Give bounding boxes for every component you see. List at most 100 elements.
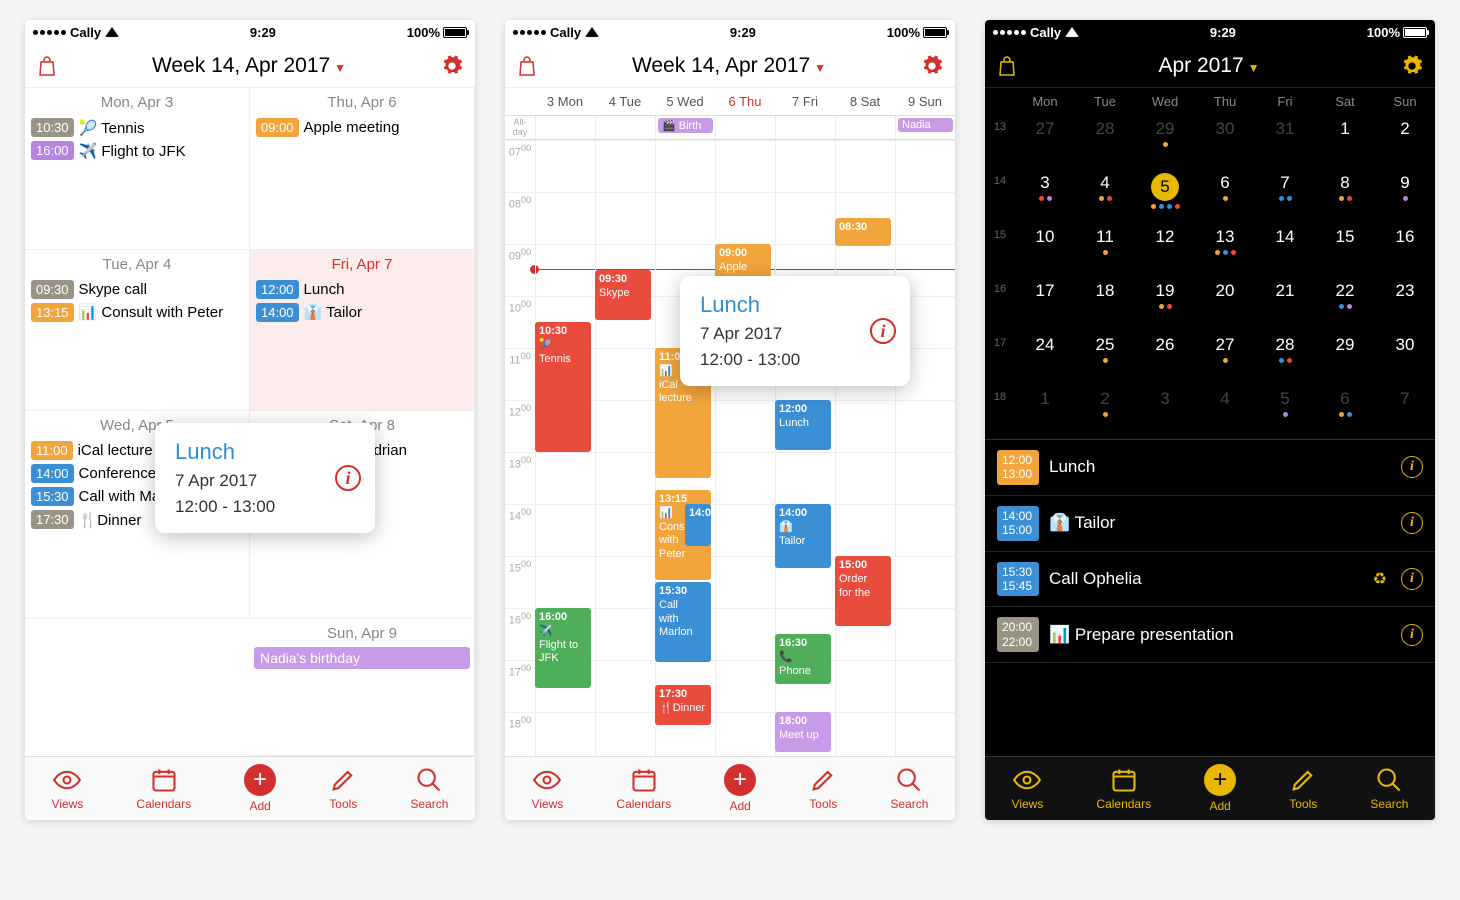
gear-icon[interactable] (921, 55, 943, 77)
month-day[interactable]: 27 (1195, 331, 1255, 385)
month-day[interactable]: 3 (1015, 169, 1075, 223)
month-day[interactable]: 2 (1075, 385, 1135, 439)
event-row[interactable]: 16:00✈️ Flight to JFK (25, 139, 249, 162)
month-day[interactable]: 30 (1375, 331, 1435, 385)
month-day[interactable]: 5 (1135, 169, 1195, 223)
event-row[interactable]: 09:00Apple meeting (250, 116, 474, 139)
month-day[interactable]: 27 (1015, 115, 1075, 169)
month-day[interactable]: 8 (1315, 169, 1375, 223)
gear-icon[interactable] (1401, 55, 1423, 77)
month-day[interactable]: 22 (1315, 277, 1375, 331)
month-day[interactable]: 1 (1315, 115, 1375, 169)
month-day[interactable]: 9 (1375, 169, 1435, 223)
month-day[interactable]: 14 (1255, 223, 1315, 277)
month-day[interactable]: 10 (1015, 223, 1075, 277)
month-day[interactable]: 7 (1375, 385, 1435, 439)
month-day[interactable]: 29 (1315, 331, 1375, 385)
day-header[interactable]: 7 Fri (775, 88, 835, 115)
month-day[interactable]: 6 (1315, 385, 1375, 439)
month-day[interactable]: 29 (1135, 115, 1195, 169)
bag-icon[interactable] (37, 55, 57, 77)
day-cell[interactable]: Tue, Apr 409:30Skype call13:15📊 Consult … (25, 250, 250, 412)
week-event[interactable]: 18:00Meet up (775, 712, 831, 752)
day-header[interactable]: 6 Thu (715, 88, 775, 115)
event-list-row[interactable]: 12:0013:00Lunchi (985, 440, 1435, 496)
day-header[interactable]: 5 Wed (655, 88, 715, 115)
day-cell[interactable]: Fri, Apr 712:00Lunch14:00👔 Tailor (250, 250, 475, 412)
info-icon[interactable]: i (1401, 456, 1423, 478)
tab-tools[interactable]: Tools (809, 766, 837, 811)
month-day[interactable]: 16 (1375, 223, 1435, 277)
title-button[interactable]: Week 14, Apr 2017▼ (57, 54, 441, 78)
week-event[interactable]: 17:30🍴Dinner (655, 685, 711, 725)
allday-cell[interactable] (775, 116, 835, 139)
event-row[interactable]: 09:30Skype call (25, 278, 249, 301)
tab-views[interactable]: Views (1012, 766, 1044, 811)
info-icon[interactable]: i (870, 318, 896, 344)
month-day[interactable]: 30 (1195, 115, 1255, 169)
month-day[interactable]: 12 (1135, 223, 1195, 277)
event-row[interactable]: 12:00Lunch (250, 278, 474, 301)
allday-cell[interactable] (835, 116, 895, 139)
day-cell[interactable]: Sun, Apr 9Nadia's birthday (250, 619, 475, 757)
month-day[interactable]: 7 (1255, 169, 1315, 223)
event-row[interactable]: 14:00👔 Tailor (250, 301, 474, 324)
info-icon[interactable]: i (335, 465, 361, 491)
week-event[interactable]: 08:30 (835, 218, 891, 246)
allday-cell[interactable]: Nadia (895, 116, 955, 139)
month-day[interactable]: 4 (1075, 169, 1135, 223)
allday-cell[interactable] (715, 116, 775, 139)
month-day[interactable]: 3 (1135, 385, 1195, 439)
day-cell[interactable]: Thu, Apr 609:00Apple meeting (250, 88, 475, 250)
tab-calendars[interactable]: Calendars (1096, 766, 1151, 811)
week-event[interactable]: 12:00Lunch (775, 400, 831, 450)
tab-search[interactable]: Search (1370, 766, 1408, 811)
info-icon[interactable]: i (1401, 624, 1423, 646)
month-day[interactable]: 28 (1075, 115, 1135, 169)
tab-tools[interactable]: Tools (1289, 766, 1317, 811)
month-day[interactable]: 13 (1195, 223, 1255, 277)
month-day[interactable]: 25 (1075, 331, 1135, 385)
day-header[interactable]: 3 Mon (535, 88, 595, 115)
month-day[interactable]: 18 (1075, 277, 1135, 331)
tab-search[interactable]: Search (890, 766, 928, 811)
month-day[interactable]: 4 (1195, 385, 1255, 439)
month-day[interactable]: 28 (1255, 331, 1315, 385)
title-button[interactable]: Apr 2017▼ (1017, 54, 1401, 78)
tab-add[interactable]: +Add (1204, 764, 1236, 813)
week-event[interactable]: 10:30🎾Tennis (535, 322, 591, 452)
month-day[interactable]: 31 (1255, 115, 1315, 169)
event-popover[interactable]: Lunch 7 Apr 2017 12:00 - 13:00 i (155, 423, 375, 533)
week-event[interactable]: 16:30📞Phone (775, 634, 831, 684)
month-day[interactable]: 1 (1015, 385, 1075, 439)
tab-views[interactable]: Views (52, 766, 84, 811)
bag-icon[interactable] (517, 55, 537, 77)
allday-cell[interactable]: 🎬 Birth (655, 116, 715, 139)
month-day[interactable]: 26 (1135, 331, 1195, 385)
event-list-row[interactable]: 15:3015:45Call Ophelia♻i (985, 552, 1435, 608)
month-day[interactable]: 21 (1255, 277, 1315, 331)
title-button[interactable]: Week 14, Apr 2017▼ (537, 54, 921, 78)
tab-views[interactable]: Views (532, 766, 564, 811)
week-event[interactable]: 09:30Skype (595, 270, 651, 320)
tab-search[interactable]: Search (410, 766, 448, 811)
allday-cell[interactable] (595, 116, 655, 139)
bag-icon[interactable] (997, 55, 1017, 77)
month-day[interactable]: 19 (1135, 277, 1195, 331)
day-header[interactable]: 4 Tue (595, 88, 655, 115)
week-event[interactable]: 16:00✈️Flight toJFK (535, 608, 591, 688)
day-header[interactable]: 9 Sun (895, 88, 955, 115)
week-event[interactable]: 15:30CallwithMarlon (655, 582, 711, 662)
tab-add[interactable]: +Add (724, 764, 756, 813)
month-day[interactable]: 20 (1195, 277, 1255, 331)
info-icon[interactable]: i (1401, 568, 1423, 590)
gear-icon[interactable] (441, 55, 463, 77)
month-day[interactable]: 24 (1015, 331, 1075, 385)
info-icon[interactable]: i (1401, 512, 1423, 534)
tab-calendars[interactable]: Calendars (616, 766, 671, 811)
month-day[interactable]: 11 (1075, 223, 1135, 277)
month-day[interactable]: 23 (1375, 277, 1435, 331)
event-popover[interactable]: Lunch 7 Apr 2017 12:00 - 13:00 i (680, 276, 910, 386)
tab-add[interactable]: +Add (244, 764, 276, 813)
event-row[interactable]: 10:30🎾 Tennis (25, 116, 249, 139)
